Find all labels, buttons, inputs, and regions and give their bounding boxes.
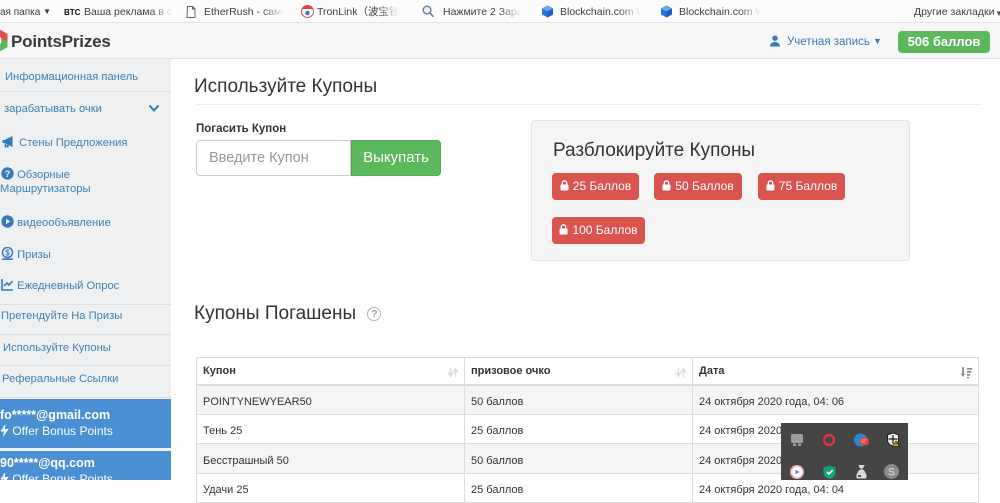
svg-text:?: ? <box>5 169 11 180</box>
svg-text:$: $ <box>5 248 10 257</box>
svg-text:S: S <box>888 467 895 479</box>
